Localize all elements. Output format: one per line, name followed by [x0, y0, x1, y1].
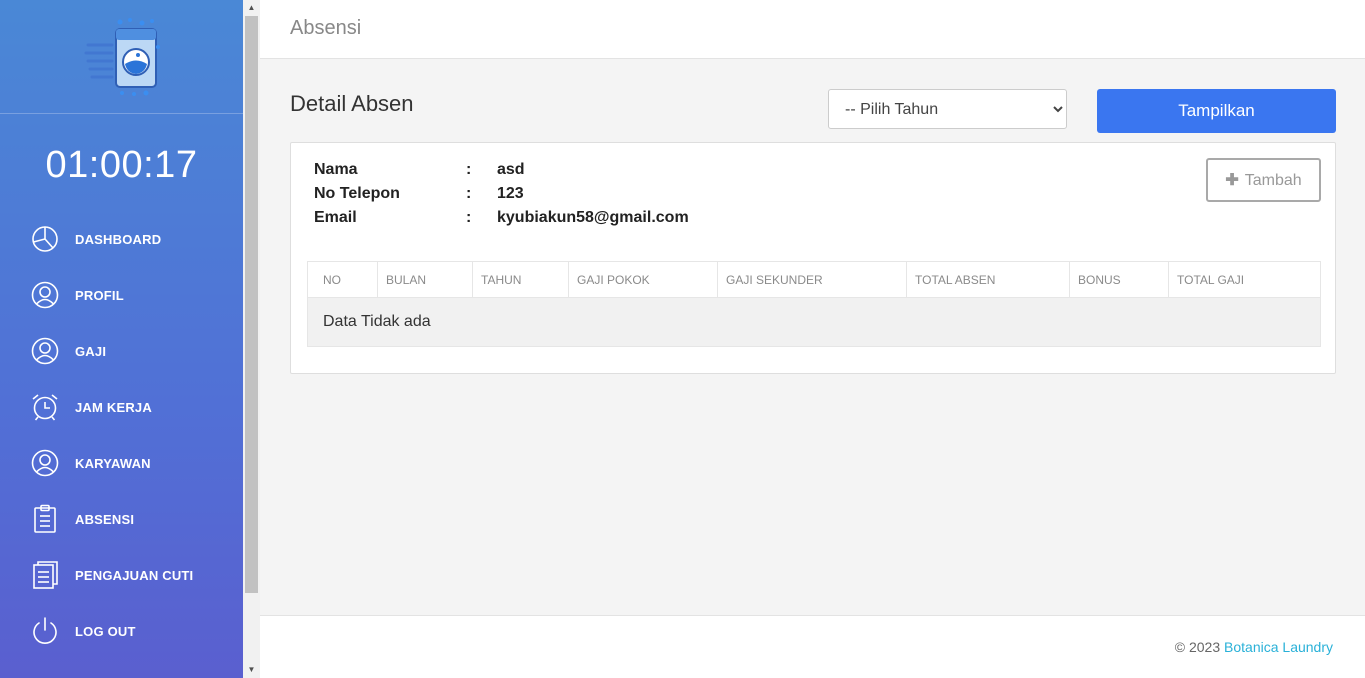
- table-row: Data Tidak ada: [307, 297, 1321, 347]
- clock-display: 01:00:17: [45, 144, 198, 186]
- footer: © 2023 Botanica Laundry: [260, 615, 1365, 678]
- scroll-up-arrow-icon[interactable]: ▲: [243, 0, 260, 16]
- sidebar-item-label: LOG OUT: [75, 623, 136, 639]
- sidebar-item-karyawan[interactable]: KARYAWAN: [0, 435, 243, 491]
- info-label: No Telepon: [314, 185, 400, 202]
- info-separator: :: [466, 185, 472, 202]
- info-value: asd: [497, 161, 525, 178]
- employee-info: Nama : asd No Telepon : 123 Email : kyub…: [314, 161, 689, 233]
- user-circle-icon: [30, 448, 60, 478]
- page-title: Absensi: [290, 17, 362, 39]
- section-title: Detail Absen: [290, 91, 414, 116]
- column-header: GAJI SEKUNDER: [717, 261, 907, 298]
- footer-text: © 2023 Botanica Laundry: [1175, 639, 1333, 655]
- plus-icon: ✚: [1225, 172, 1239, 189]
- sidebar-item-pengajuan-cuti[interactable]: PENGAJUAN CUTI: [0, 547, 243, 603]
- empty-state: Data Tidak ada: [307, 297, 1321, 347]
- sidebar-scrollbar[interactable]: ▲ ▼: [243, 0, 260, 678]
- clipboard-icon: [30, 504, 60, 534]
- info-value: 123: [497, 185, 524, 202]
- year-select[interactable]: -- Pilih Tahun: [828, 89, 1067, 129]
- info-row-email: Email : kyubiakun58@gmail.com: [314, 209, 689, 233]
- alarm-clock-icon: [30, 392, 60, 422]
- sidebar-nav: DASHBOARD PROFIL GAJI JAM KERJA KARYAWAN: [0, 211, 243, 659]
- sidebar-item-log-out[interactable]: LOG OUT: [0, 603, 243, 659]
- show-button[interactable]: Tampilkan: [1097, 89, 1336, 133]
- document-icon: [30, 560, 60, 590]
- power-icon: [30, 616, 60, 646]
- pie-chart-icon: [30, 224, 60, 254]
- sidebar-item-label: PENGAJUAN CUTI: [75, 567, 194, 583]
- column-header: TOTAL ABSEN: [906, 261, 1070, 298]
- info-label: Email: [314, 209, 357, 226]
- info-row-name: Nama : asd: [314, 161, 689, 185]
- sidebar: 01:00:17 DASHBOARD PROFIL GAJI JAM KERJA: [0, 0, 243, 678]
- sidebar-item-label: ABSENSI: [75, 511, 135, 527]
- info-separator: :: [466, 209, 472, 226]
- copyright-text: © 2023: [1174, 639, 1221, 655]
- info-label: Nama: [314, 161, 358, 178]
- info-row-phone: No Telepon : 123: [314, 185, 689, 209]
- user-circle-icon: [30, 336, 60, 366]
- info-value: kyubiakun58@gmail.com: [497, 209, 689, 226]
- column-header: BULAN: [377, 261, 473, 298]
- sidebar-item-label: JAM KERJA: [75, 399, 152, 415]
- column-header: GAJI POKOK: [568, 261, 718, 298]
- add-button[interactable]: ✚ Tambah: [1206, 158, 1321, 202]
- column-header: NO: [307, 261, 378, 298]
- scroll-down-arrow-icon[interactable]: ▼: [243, 662, 260, 678]
- logo-area: [0, 0, 243, 114]
- info-separator: :: [466, 161, 472, 178]
- add-button-label: Tambah: [1244, 172, 1302, 189]
- column-header: BONUS: [1069, 261, 1169, 298]
- sidebar-item-dashboard[interactable]: DASHBOARD: [0, 211, 243, 267]
- sidebar-item-label: KARYAWAN: [75, 455, 151, 471]
- column-header: TAHUN: [472, 261, 569, 298]
- table-header-row: NO BULAN TAHUN GAJI POKOK GAJI SEKUNDER …: [307, 261, 1321, 298]
- detail-card: Nama : asd No Telepon : 123 Email : kyub…: [290, 142, 1336, 374]
- washing-machine-logo: [84, 17, 160, 96]
- top-header: Absensi: [260, 0, 1365, 59]
- scrollbar-thumb[interactable]: [245, 16, 258, 593]
- column-header: TOTAL GAJI: [1168, 261, 1321, 298]
- user-circle-icon: [30, 280, 60, 310]
- sidebar-item-jam-kerja[interactable]: JAM KERJA: [0, 379, 243, 435]
- sidebar-item-absensi[interactable]: ABSENSI: [0, 491, 243, 547]
- sidebar-item-label: DASHBOARD: [75, 231, 162, 247]
- sidebar-item-gaji[interactable]: GAJI: [0, 323, 243, 379]
- brand-link[interactable]: Botanica Laundry: [1224, 639, 1333, 655]
- sidebar-item-label: PROFIL: [75, 287, 124, 303]
- sidebar-item-label: GAJI: [75, 343, 107, 359]
- sidebar-item-profil[interactable]: PROFIL: [0, 267, 243, 323]
- salary-table: NO BULAN TAHUN GAJI POKOK GAJI SEKUNDER …: [307, 261, 1321, 347]
